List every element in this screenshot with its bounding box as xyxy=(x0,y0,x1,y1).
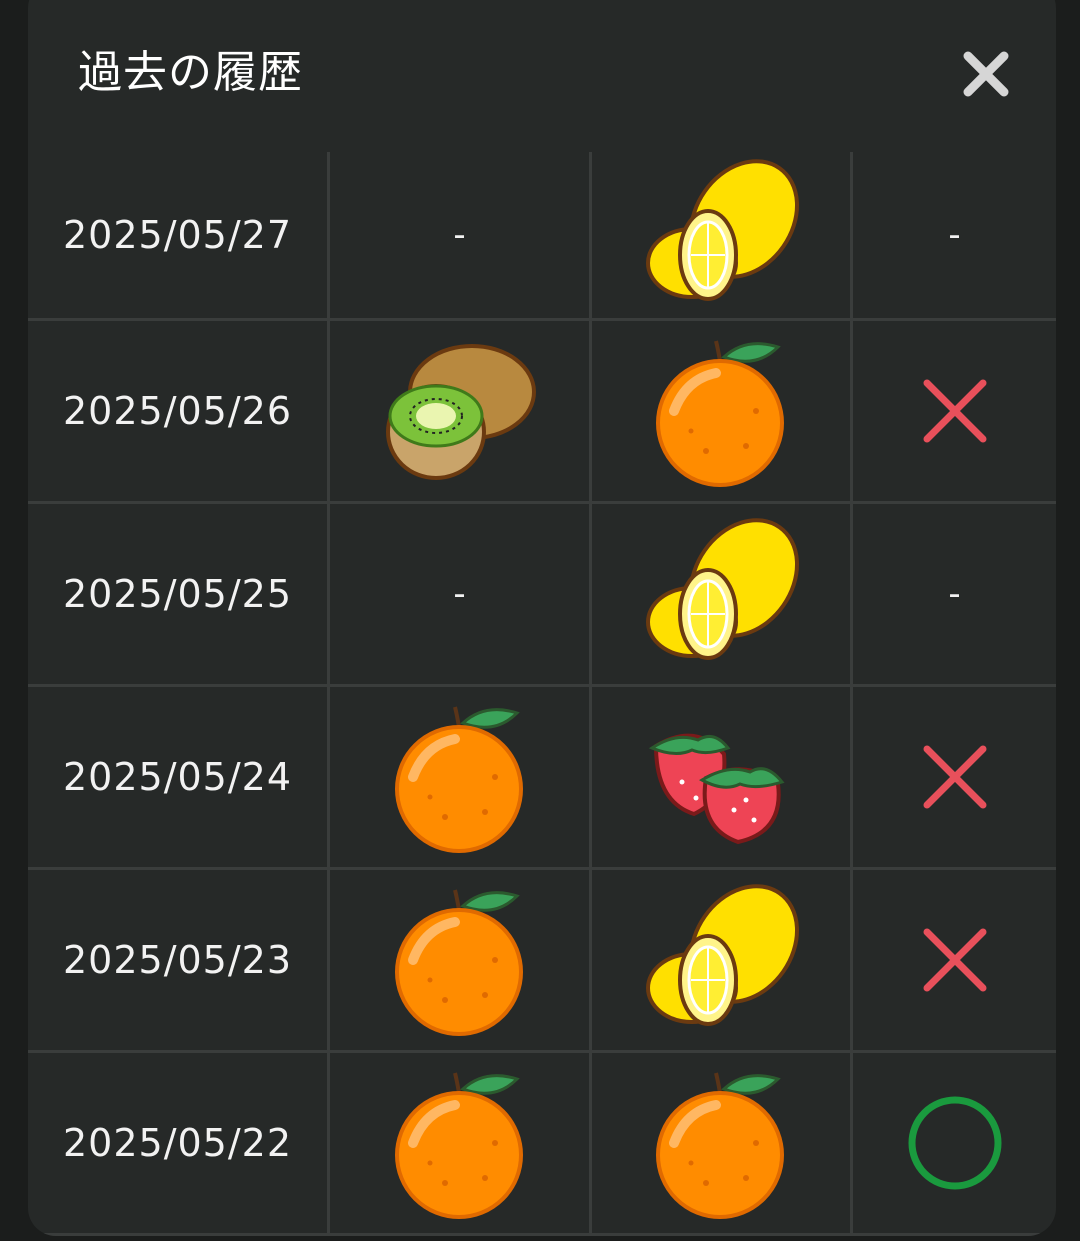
history-row: 2025/05/23 xyxy=(28,870,1056,1053)
close-icon[interactable] xyxy=(958,46,1014,102)
history-dialog: 過去の履歴 2025/05/27 - - 2025/05/26 2025/05/25… xyxy=(28,0,1056,1236)
lemon-icon xyxy=(592,504,853,684)
history-date: 2025/05/27 xyxy=(28,152,330,318)
empty-dash: - xyxy=(853,504,1056,684)
dash-text: - xyxy=(948,574,961,614)
history-row: 2025/05/27 - - xyxy=(28,152,1056,321)
history-date: 2025/05/25 xyxy=(28,504,330,684)
circle-icon xyxy=(853,1053,1056,1233)
dash-text: - xyxy=(453,574,466,614)
dialog-header: 過去の履歴 xyxy=(28,0,1056,152)
lemon-icon xyxy=(592,870,853,1050)
lemon-icon xyxy=(592,152,853,318)
history-date: 2025/05/24 xyxy=(28,687,330,867)
orange-icon xyxy=(330,1053,592,1233)
dialog-title: 過去の履歴 xyxy=(78,47,303,98)
dash-text: - xyxy=(948,215,961,255)
orange-icon xyxy=(330,870,592,1050)
empty-dash: - xyxy=(330,152,592,318)
dash-text: - xyxy=(453,215,466,255)
history-date: 2025/05/23 xyxy=(28,870,330,1050)
history-date: 2025/05/26 xyxy=(28,321,330,501)
empty-dash: - xyxy=(330,504,592,684)
orange-icon xyxy=(330,687,592,867)
strawberry-icon xyxy=(592,687,853,867)
orange-icon xyxy=(592,321,853,501)
history-table: 2025/05/27 - - 2025/05/26 2025/05/25 - - 20… xyxy=(28,152,1056,1236)
history-row: 2025/05/22 xyxy=(28,1053,1056,1236)
empty-dash: - xyxy=(853,152,1056,318)
kiwi-icon xyxy=(330,321,592,501)
orange-icon xyxy=(592,1053,853,1233)
history-row: 2025/05/25 - - xyxy=(28,504,1056,687)
history-date: 2025/05/22 xyxy=(28,1053,330,1233)
history-row: 2025/05/24 xyxy=(28,687,1056,870)
history-row: 2025/05/26 xyxy=(28,321,1056,504)
cross-icon xyxy=(853,870,1056,1050)
cross-icon xyxy=(853,321,1056,501)
cross-icon xyxy=(853,687,1056,867)
